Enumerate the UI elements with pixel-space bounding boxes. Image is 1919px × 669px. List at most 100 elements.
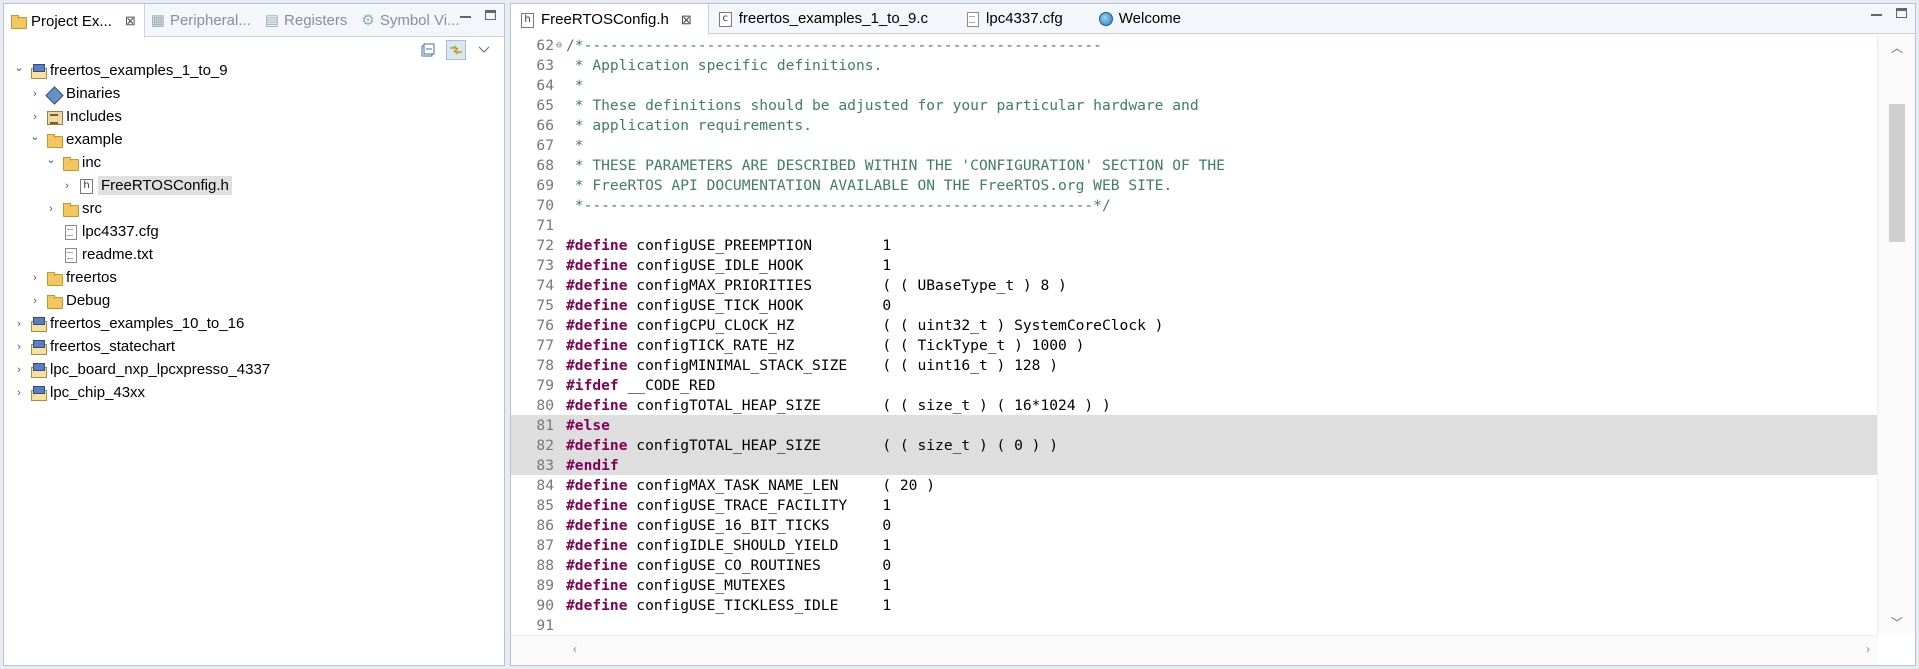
code-keyword: #define xyxy=(566,256,628,274)
collapse-all-button[interactable] xyxy=(418,40,438,60)
code-keyword: #define xyxy=(566,396,628,414)
code-line[interactable]: 64 * xyxy=(511,75,1878,95)
tree-item[interactable]: › lpc_board_nxp_lpcxpresso_4337 xyxy=(4,358,504,381)
code-line[interactable]: 77 #define configTICK_RATE_HZ ( ( TickTyp… xyxy=(511,335,1878,355)
code-line[interactable]: 82 #define configTOTAL_HEAP_SIZE ( ( size… xyxy=(511,435,1878,455)
code-line[interactable]: 75 #define configUSE_TICK_HOOK 0 xyxy=(511,295,1878,315)
code-line[interactable]: 73 #define configUSE_IDLE_HOOK 1 xyxy=(511,255,1878,275)
chevron-right-icon[interactable]: › xyxy=(28,294,42,308)
chevron-right-icon[interactable]: › xyxy=(44,202,58,216)
chevron-down-icon[interactable]: ⌄ xyxy=(28,130,42,144)
link-with-editor-button[interactable] xyxy=(446,40,466,60)
horizontal-scrollbar[interactable]: ‹ › xyxy=(511,635,1878,665)
code-line[interactable]: 74 #define configMAX_PRIORITIES ( ( UBase… xyxy=(511,275,1878,295)
chevron-right-icon[interactable]: › xyxy=(12,340,26,354)
tab-peripherals[interactable]: ▦ Peripheral... xyxy=(145,4,259,36)
code-text: configTOTAL_HEAP_SIZE ( ( size_t ) ( 16*… xyxy=(627,396,1111,414)
code-comment: * FreeRTOS API DOCUMENTATION AVAILABLE O… xyxy=(566,176,1173,194)
tab-registers[interactable]: ▤ Registers xyxy=(259,4,356,36)
code-line[interactable]: 90 #define configUSE_TICKLESS_IDLE 1 xyxy=(511,595,1878,615)
tab-freertos-examples-c[interactable]: freertos_examples_1_to_9.c xyxy=(709,4,944,33)
tree-item[interactable]: › Debug xyxy=(4,289,504,312)
editor-tab-bar: FreeRTOSConfig.h ⊠ freertos_examples_1_t… xyxy=(511,4,1915,35)
project-tree: ⌄ freertos_examples_1_to_9 › Binaries › Inclu… xyxy=(4,59,504,404)
code-line[interactable]: 84 #define configMAX_TASK_NAME_LEN ( 20 ) xyxy=(511,475,1878,495)
tab-project-explorer[interactable]: Project Ex... ⊠ xyxy=(4,4,145,38)
code-line[interactable]: 63 * Application specific definitions. xyxy=(511,55,1878,75)
code-line[interactable]: 89 #define configUSE_MUTEXES 1 xyxy=(511,575,1878,595)
code-line[interactable]: 69 * FreeRTOS API DOCUMENTATION AVAILABL… xyxy=(511,175,1878,195)
chevron-down-icon[interactable]: ⌄ xyxy=(44,153,58,167)
tree-item[interactable]: › freertos_statechart xyxy=(4,335,504,358)
close-icon[interactable]: ⊠ xyxy=(681,12,692,28)
project-explorer-icon xyxy=(10,13,27,29)
tree-item[interactable]: ⌄ example xyxy=(4,128,504,151)
code-line[interactable]: 70 *------------------------------------… xyxy=(511,195,1878,215)
tab-lpc4337-cfg[interactable]: lpc4337.cfg xyxy=(944,4,1079,33)
line-number: 79 xyxy=(536,376,554,394)
code-comment: /*--------------------------------------… xyxy=(566,36,1102,54)
code-area[interactable]: 62 ⊖/*-----------------------------------… xyxy=(511,35,1878,635)
close-icon[interactable]: ⊠ xyxy=(125,13,136,29)
line-number: 62 xyxy=(536,36,554,54)
line-number: 64 xyxy=(536,76,554,94)
code-line[interactable]: 80 #define configTOTAL_HEAP_SIZE ( ( size… xyxy=(511,395,1878,415)
tree-item[interactable]: › src xyxy=(4,197,504,220)
tree-item[interactable]: › freertos xyxy=(4,266,504,289)
code-line[interactable]: 62 ⊖/*-----------------------------------… xyxy=(511,35,1878,55)
line-number: 91 xyxy=(536,616,554,634)
chevron-right-icon[interactable]: › xyxy=(60,179,74,193)
code-keyword: #endif xyxy=(566,456,619,474)
vertical-scrollbar[interactable]: ︿ ﹀ xyxy=(1877,35,1915,635)
code-line[interactable]: 79 #ifdef __CODE_RED xyxy=(511,375,1878,395)
code-line[interactable]: 71 xyxy=(511,215,1878,235)
tree-item[interactable]: readme.txt xyxy=(4,243,504,266)
tree-item[interactable]: lpc4337.cfg xyxy=(4,220,504,243)
file-icon xyxy=(62,247,78,263)
code-line[interactable]: 67 * xyxy=(511,135,1878,155)
tab-welcome[interactable]: Welcome xyxy=(1079,4,1197,33)
tree-item-label: lpc_board_nxp_lpcxpresso_4337 xyxy=(50,361,271,378)
code-line[interactable]: 81 #else xyxy=(511,415,1878,435)
tree-item[interactable]: › lpc_chip_43xx xyxy=(4,381,504,404)
tree-item[interactable]: ⌄ inc xyxy=(4,151,504,174)
scroll-thumb[interactable] xyxy=(1889,104,1905,242)
minimize-icon[interactable] xyxy=(460,16,471,18)
scroll-up-icon[interactable]: ︿ xyxy=(1878,39,1916,56)
chevron-right-icon[interactable]: › xyxy=(28,110,42,124)
code-line[interactable]: 83 #endif xyxy=(511,455,1878,475)
code-line[interactable]: 66 * application requirements. xyxy=(511,115,1878,135)
code-line[interactable]: 88 #define configUSE_CO_ROUTINES 0 xyxy=(511,555,1878,575)
tree-item[interactable]: › Includes xyxy=(4,105,504,128)
code-line[interactable]: 78 #define configMINIMAL_STACK_SIZE ( ( u… xyxy=(511,355,1878,375)
scroll-down-icon[interactable]: ﹀ xyxy=(1878,614,1916,631)
tree-item[interactable]: › freertos_examples_10_to_16 xyxy=(4,312,504,335)
code-line[interactable]: 76 #define configCPU_CLOCK_HZ ( ( uint32_… xyxy=(511,315,1878,335)
code-line[interactable]: 87 #define configIDLE_SHOULD_YIELD 1 xyxy=(511,535,1878,555)
tab-symbol-viewer[interactable]: ⚙ Symbol Vi... xyxy=(355,4,467,36)
tree-item[interactable]: › Binaries xyxy=(4,82,504,105)
code-line[interactable]: 72 #define configUSE_PREEMPTION 1 xyxy=(511,235,1878,255)
code-line[interactable]: 85 #define configUSE_TRACE_FACILITY 1 xyxy=(511,495,1878,515)
chevron-right-icon[interactable]: › xyxy=(12,363,26,377)
scroll-left-icon[interactable]: ‹ xyxy=(573,642,577,656)
tree-item[interactable]: ⌄ freertos_examples_1_to_9 xyxy=(4,59,504,82)
maximize-icon[interactable] xyxy=(485,10,496,20)
chevron-down-icon[interactable]: ⌄ xyxy=(12,61,26,75)
minimize-icon[interactable] xyxy=(1871,14,1882,16)
maximize-icon[interactable] xyxy=(1896,8,1907,18)
view-menu-button[interactable] xyxy=(474,40,494,60)
code-line[interactable]: 86 #define configUSE_16_BIT_TICKS 0 xyxy=(511,515,1878,535)
fold-toggle-icon[interactable]: ⊖ xyxy=(556,40,566,51)
chevron-right-icon[interactable]: › xyxy=(12,317,26,331)
code-line[interactable]: 65 * These definitions should be adjuste… xyxy=(511,95,1878,115)
chevron-right-icon[interactable]: › xyxy=(28,271,42,285)
chevron-right-icon[interactable]: › xyxy=(28,87,42,101)
chevron-right-icon[interactable]: › xyxy=(12,386,26,400)
tab-freertosconfig-h[interactable]: FreeRTOSConfig.h ⊠ xyxy=(511,4,709,35)
scroll-right-icon[interactable]: › xyxy=(1866,642,1870,656)
code-line[interactable]: 91 xyxy=(511,615,1878,635)
tree-item[interactable]: › FreeRTOSConfig.h xyxy=(4,174,504,197)
code-line[interactable]: 68 * THESE PARAMETERS ARE DESCRIBED WITH… xyxy=(511,155,1878,175)
